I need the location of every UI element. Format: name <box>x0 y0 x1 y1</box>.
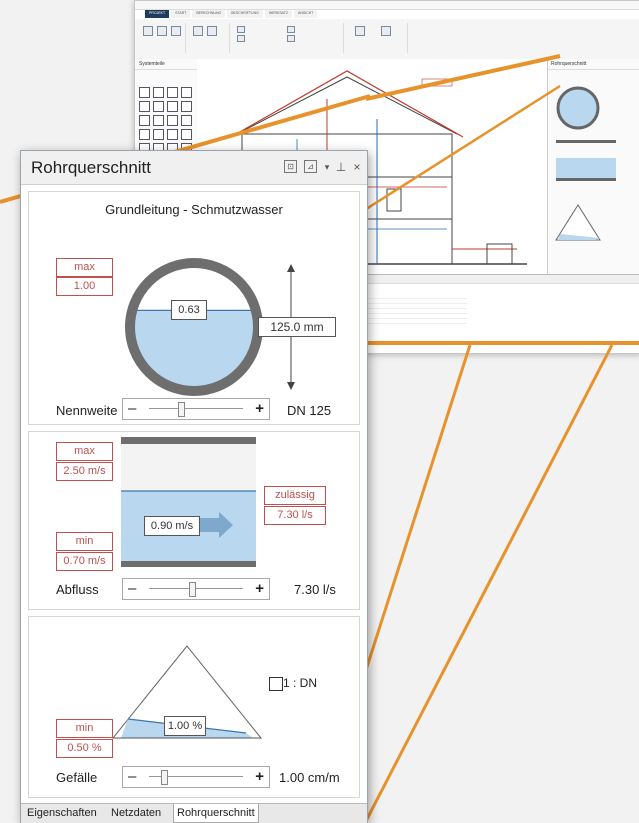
slider-thumb[interactable] <box>161 770 168 785</box>
tab-eigenschaften[interactable]: Eigenschaften <box>24 804 100 822</box>
flow-section: max 2.50 m/s 0.90 m/s zulässig 7.30 l/s … <box>28 431 360 610</box>
tab-netzdaten[interactable]: Netzdaten <box>108 804 164 822</box>
panel-tabs: Eigenschaften Netzdaten Rohrquerschnitt <box>21 803 367 823</box>
slider-thumb[interactable] <box>189 582 196 597</box>
slider-track <box>149 408 243 409</box>
cross-section-section: Grundleitung - Schmutzwasser max 1.00 0.… <box>28 191 360 425</box>
nennweite-slider[interactable]: – + <box>122 398 270 420</box>
min-slope-label: min <box>56 719 113 738</box>
slope-value: 1.00 % <box>164 716 206 736</box>
minus-button[interactable]: – <box>128 579 136 598</box>
abfluss-slider[interactable]: – + <box>122 578 270 600</box>
min-speed-value: 0.70 m/s <box>56 552 113 571</box>
pin-icon[interactable]: ⊥ <box>334 160 348 174</box>
allowed-label: zulässig <box>264 486 326 505</box>
gefaelle-slider[interactable]: – + <box>122 766 270 788</box>
slider-track <box>149 588 243 589</box>
close-icon[interactable]: × <box>350 160 364 174</box>
fill-level-value: 0.63 <box>171 300 207 320</box>
min-slope-value: 0.50 % <box>56 739 113 758</box>
slider-thumb[interactable] <box>178 402 185 417</box>
slope-section: 1.00 % 1 : DN min 0.50 % Gefälle – + 1.0… <box>28 616 360 798</box>
panel-title: Rohrquerschnitt <box>31 158 152 177</box>
dn-ratio-checkbox[interactable] <box>269 677 283 691</box>
allowed-value: 7.30 l/s <box>264 506 326 525</box>
plus-button[interactable]: + <box>255 579 264 598</box>
abfluss-value: 7.30 l/s <box>294 582 336 597</box>
plus-button[interactable]: + <box>255 767 264 786</box>
chevron-down-icon[interactable]: ▾ <box>320 160 334 174</box>
dn-ratio-label: 1 : DN <box>283 676 318 690</box>
minus-button[interactable]: – <box>128 399 136 418</box>
gefaelle-label: Gefälle <box>56 770 98 785</box>
nennweite-value: DN 125 <box>287 403 332 418</box>
abfluss-label: Abfluss <box>56 582 99 597</box>
diameter-value: 125.0 mm <box>258 317 336 337</box>
min-speed-label: min <box>56 532 113 551</box>
minus-button[interactable]: – <box>128 767 136 786</box>
export-icon[interactable]: ⊿ <box>304 160 317 173</box>
rohrquerschnitt-panel: Rohrquerschnitt ⊡ ⊿ ▾ ⊥ × Grundleitung -… <box>20 150 368 823</box>
panel-titlebar: Rohrquerschnitt ⊡ ⊿ ▾ ⊥ × <box>21 151 367 185</box>
speed-value: 0.90 m/s <box>144 516 200 536</box>
nennweite-label: Nennweite <box>56 403 118 418</box>
gefaelle-value: 1.00 cm/m <box>279 770 340 785</box>
tab-rohrquerschnitt[interactable]: Rohrquerschnitt <box>173 804 259 823</box>
restore-icon[interactable]: ⊡ <box>284 160 297 173</box>
plus-button[interactable]: + <box>255 399 264 418</box>
